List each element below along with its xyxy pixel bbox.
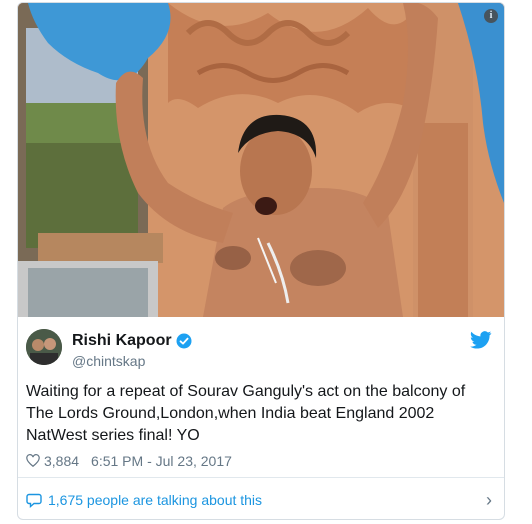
verified-badge-icon: [176, 333, 192, 349]
avatar-image: [26, 329, 62, 365]
tweet-header: Rishi Kapoor @chintskap: [26, 329, 492, 373]
info-icon[interactable]: i: [484, 9, 498, 23]
heart-icon[interactable]: [26, 454, 40, 468]
twitter-bird-icon[interactable]: [470, 331, 492, 349]
tweet-footer[interactable]: 1,675 people are talking about this ›: [26, 490, 492, 510]
speech-bubble-icon: [26, 493, 42, 508]
tweet-card: i Rishi Kapoor @chintskap Waiting for a …: [17, 2, 505, 520]
like-count[interactable]: 3,884: [44, 453, 79, 469]
conversation-link[interactable]: 1,675 people are talking about this: [48, 492, 262, 508]
tweet-text: Waiting for a repeat of Sourav Ganguly's…: [26, 383, 466, 444]
author-name[interactable]: Rishi Kapoor: [72, 332, 172, 350]
tweet-photo[interactable]: i: [18, 3, 504, 317]
tweet-meta: 3,884 6:51 PM - Jul 23, 2017: [26, 453, 232, 469]
divider: [18, 477, 504, 478]
timestamp[interactable]: 6:51 PM - Jul 23, 2017: [91, 453, 232, 469]
chevron-right-icon[interactable]: ›: [486, 490, 492, 511]
avatar[interactable]: [26, 329, 62, 365]
author-handle[interactable]: @chintskap: [72, 353, 145, 369]
author-name-row: Rishi Kapoor: [72, 332, 192, 350]
photo-illustration: [18, 3, 504, 317]
